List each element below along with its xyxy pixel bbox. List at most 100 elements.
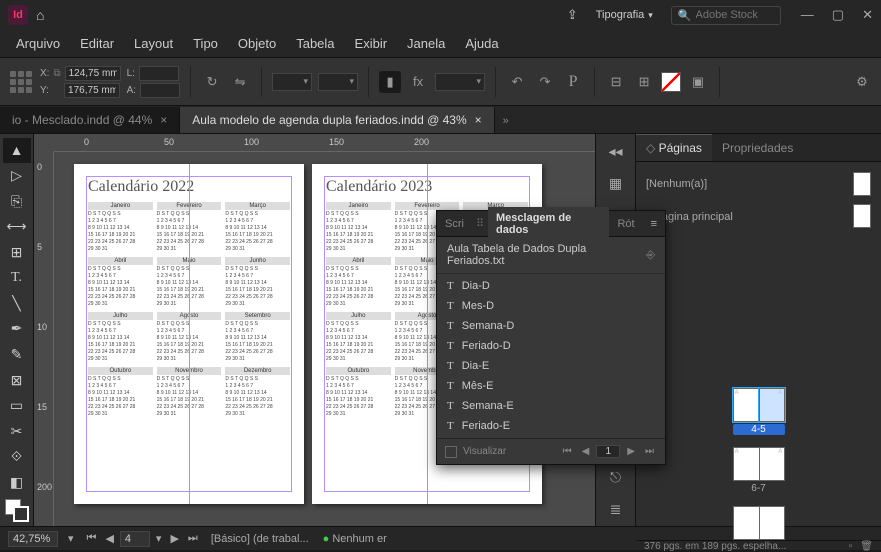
close-button[interactable]: ✕ bbox=[862, 7, 873, 23]
merge-field[interactable]: TDia-E bbox=[437, 356, 665, 376]
stock-search[interactable]: 🔍 bbox=[671, 6, 781, 25]
pencil-tool[interactable]: ✎ bbox=[3, 342, 31, 367]
gap-tool[interactable]: ⟷ bbox=[3, 215, 31, 240]
scissors-tool[interactable]: ✂ bbox=[3, 419, 31, 444]
links-icon[interactable]: ⎋ bbox=[603, 466, 629, 488]
page-input[interactable] bbox=[120, 531, 150, 547]
menu-tabela[interactable]: Tabela bbox=[286, 32, 344, 55]
tab-scripts[interactable]: Scri bbox=[437, 213, 472, 235]
effects-icon[interactable]: fx bbox=[407, 71, 429, 93]
merge-field[interactable]: TMes-D bbox=[437, 296, 665, 316]
book-icon[interactable]: ▮ bbox=[379, 71, 401, 93]
stroke-style-dropdown[interactable]: ▾ bbox=[318, 73, 358, 91]
direct-selection-tool[interactable]: ▷ bbox=[3, 164, 31, 189]
spread-4-5[interactable]: A A bbox=[733, 388, 785, 422]
preflight-status[interactable]: ● Nenhum er bbox=[323, 533, 387, 545]
tab-doc-2[interactable]: Aula modelo de agenda dupla feriados.ind… bbox=[180, 107, 494, 133]
maximize-button[interactable]: ▢ bbox=[832, 7, 844, 23]
merge-field[interactable]: TFeriado-D bbox=[437, 336, 665, 356]
fill-stroke-proxy[interactable] bbox=[5, 499, 29, 522]
stroke-weight-dropdown[interactable]: ▾ bbox=[272, 73, 312, 91]
menu-layout[interactable]: Layout bbox=[124, 32, 183, 55]
menu-ajuda[interactable]: Ajuda bbox=[455, 32, 508, 55]
fill-swatch[interactable] bbox=[661, 72, 681, 92]
fit-icon[interactable]: ▣ bbox=[687, 71, 709, 93]
menu-tipo[interactable]: Tipo bbox=[183, 32, 228, 55]
reference-point[interactable] bbox=[8, 69, 34, 95]
y-input[interactable] bbox=[64, 83, 120, 98]
rectangle-tool[interactable]: ▭ bbox=[3, 393, 31, 418]
page-tool[interactable]: ⎘ bbox=[3, 189, 31, 214]
merge-field[interactable]: TMês-E bbox=[437, 376, 665, 396]
tab-data-merge[interactable]: Mesclagem de dados bbox=[488, 207, 609, 241]
zoom-input[interactable] bbox=[8, 531, 58, 547]
share-icon[interactable]: ⇪ bbox=[559, 3, 586, 27]
panel-grip-icon[interactable]: ⠿ bbox=[472, 217, 488, 230]
selection-tool[interactable]: ▲ bbox=[3, 138, 31, 163]
nav-next-icon[interactable]: ▶ bbox=[624, 446, 638, 457]
last-page-icon[interactable]: ⏭ bbox=[185, 532, 201, 545]
expand-dock-icon[interactable]: ◂◂ bbox=[603, 140, 629, 162]
align-icon[interactable]: ⊟ bbox=[605, 71, 627, 93]
type-tool[interactable]: T. bbox=[3, 266, 31, 291]
minimize-button[interactable]: — bbox=[801, 7, 814, 23]
next-page-icon[interactable]: ▶ bbox=[167, 532, 181, 545]
workspace-switcher[interactable]: Tipografia ▾ bbox=[588, 9, 661, 21]
menu-exibir[interactable]: Exibir bbox=[345, 32, 398, 55]
merge-field[interactable]: TDia-D bbox=[437, 276, 665, 296]
char-panel-icon[interactable]: P bbox=[562, 71, 584, 93]
spread-next[interactable] bbox=[733, 506, 785, 540]
vertical-ruler[interactable]: 0 5 10 15 200 bbox=[34, 152, 54, 526]
l-input[interactable] bbox=[139, 66, 179, 81]
a-input[interactable] bbox=[140, 83, 180, 98]
x-input[interactable] bbox=[65, 66, 121, 81]
data-merge-panel[interactable]: Scri ⠿ Mesclagem de dados Rót ≡ Aula Tab… bbox=[436, 210, 666, 465]
merge-field[interactable]: TFeriado-E bbox=[437, 416, 665, 436]
object-style[interactable]: [Básico] (de trabal... bbox=[211, 533, 309, 545]
opacity-dropdown[interactable]: ▾ bbox=[435, 73, 485, 91]
nav-last-icon[interactable]: ⏭ bbox=[642, 446, 657, 457]
rotate-icon[interactable]: ↻ bbox=[201, 71, 223, 93]
prev-page-icon[interactable]: ◀ bbox=[102, 532, 116, 545]
master-a[interactable]: ▸ Página principal bbox=[646, 200, 871, 232]
menu-objeto[interactable]: Objeto bbox=[228, 32, 286, 55]
merge-field[interactable]: TSemana-E bbox=[437, 396, 665, 416]
tabs-overflow[interactable]: » bbox=[495, 109, 517, 133]
tab-propriedades[interactable]: Propriedades bbox=[712, 135, 803, 161]
link-icon[interactable]: ⧉ bbox=[53, 68, 60, 79]
gradient-swatch-tool[interactable]: ◧ bbox=[3, 470, 31, 495]
page-dropdown-icon[interactable]: ▾ bbox=[153, 532, 165, 545]
close-icon[interactable]: × bbox=[160, 113, 167, 127]
home-icon[interactable]: ⌂ bbox=[36, 7, 44, 23]
horizontal-ruler[interactable]: 0 50 100 150 200 bbox=[54, 134, 595, 152]
first-page-icon[interactable]: ⏮ bbox=[84, 532, 100, 545]
settings-icon[interactable]: ⚙ bbox=[851, 71, 873, 93]
tab-doc-1[interactable]: io - Mesclado.indd @ 44%× bbox=[0, 107, 180, 133]
stock-search-input[interactable] bbox=[696, 9, 774, 21]
free-transform-tool[interactable]: ⟐ bbox=[3, 444, 31, 469]
menu-arquivo[interactable]: Arquivo bbox=[6, 32, 70, 55]
tab-labels[interactable]: Rót bbox=[609, 213, 642, 235]
select-source-icon[interactable]: ⎆ bbox=[646, 249, 655, 262]
menu-janela[interactable]: Janela bbox=[397, 32, 455, 55]
distribute-icon[interactable]: ⊞ bbox=[633, 71, 655, 93]
layers-icon[interactable]: ≣ bbox=[603, 498, 629, 520]
line-tool[interactable]: ╲ bbox=[3, 291, 31, 316]
menu-editar[interactable]: Editar bbox=[70, 32, 124, 55]
undo-icon[interactable]: ↶ bbox=[506, 71, 528, 93]
preview-checkbox[interactable] bbox=[445, 446, 457, 458]
content-collector-tool[interactable]: ⊞ bbox=[3, 240, 31, 265]
zoom-dropdown-icon[interactable]: ▾ bbox=[68, 532, 74, 545]
cc-libraries-icon[interactable]: ▦ bbox=[603, 172, 629, 194]
close-icon[interactable]: × bbox=[475, 113, 482, 127]
master-none[interactable]: [Nenhum(a)] bbox=[646, 168, 871, 200]
pen-tool[interactable]: ✒ bbox=[3, 317, 31, 342]
nav-first-icon[interactable]: ⏮ bbox=[560, 446, 575, 457]
nav-prev-icon[interactable]: ◀ bbox=[579, 446, 593, 457]
redo-icon[interactable]: ↷ bbox=[534, 71, 556, 93]
merge-field[interactable]: TSemana-D bbox=[437, 316, 665, 336]
rectangle-frame-tool[interactable]: ⊠ bbox=[3, 368, 31, 393]
page-left[interactable]: Calendário 2022 JaneiroD S T Q Q S S1 2 … bbox=[74, 164, 304, 504]
record-input[interactable] bbox=[596, 445, 620, 458]
flip-h-icon[interactable]: ⇋ bbox=[229, 71, 251, 93]
